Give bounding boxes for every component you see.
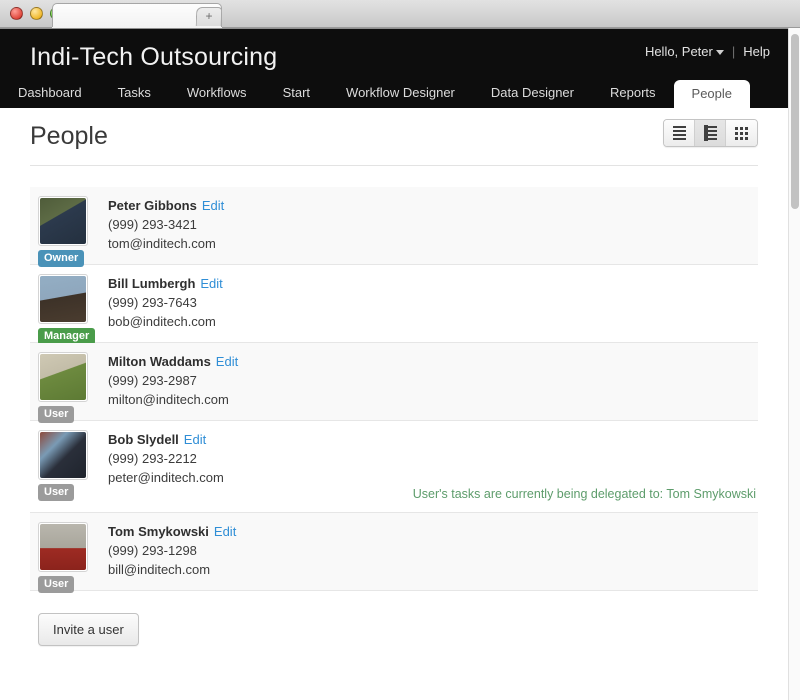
rows-with-thumb-icon [703,125,717,141]
nav-tab-start[interactable]: Start [265,78,328,108]
close-window-button[interactable] [10,7,23,20]
nav-tab-workflows[interactable]: Workflows [169,78,265,108]
person-details: Peter Gibbons Edit (999) 293-3421 tom@ind… [108,196,224,255]
page-header: People [30,108,758,165]
person-email: tom@inditech.com [108,236,216,251]
avatar-container: User [38,352,94,423]
person-name-row: Peter Gibbons Edit [108,197,224,215]
grid-view-button[interactable] [726,120,757,146]
people-list: Owner Peter Gibbons Edit (999) 293-3421 t… [30,187,758,593]
rows-icon [672,126,686,140]
minimize-window-button[interactable] [30,7,43,20]
avatar [38,522,88,572]
user-nav: Hello, Peter | Help [645,44,770,59]
edit-person-link[interactable]: Edit [216,354,238,369]
chevron-down-icon [715,50,724,56]
user-menu-button[interactable]: Hello, Peter [645,44,724,59]
detail-view-button[interactable] [695,120,726,146]
role-badge: User [38,484,75,501]
plus-icon: + [205,9,213,23]
avatar [38,430,88,480]
person-name-row: Milton Waddams Edit [108,353,238,371]
page-title: People [30,122,108,150]
avatar-image [40,276,86,322]
person-name: Peter Gibbons [108,198,197,213]
nav-tab-tasks[interactable]: Tasks [100,78,169,108]
nav-tab-workflow-designer[interactable]: Workflow Designer [328,78,473,108]
avatar-image [40,432,86,478]
avatar-container: User [38,522,94,593]
list-view-button[interactable] [664,120,695,146]
avatar [38,352,88,402]
list-item[interactable]: User Milton Waddams Edit (999) 293-2987 m… [30,343,758,423]
avatar-image [40,198,86,244]
person-phone: (999) 293-2212 [108,451,197,466]
page-viewport: Indi-Tech Outsourcing Hello, Peter | Hel… [0,28,800,700]
person-details: Bill Lumbergh Edit (999) 293-7643 bob@ind… [108,274,223,333]
avatar [38,196,88,246]
help-link[interactable]: Help [743,44,770,59]
person-details: Bob Slydell Edit (999) 293-2212 peter@ind… [108,430,224,503]
browser-window: × + Indi-Tech Outsourcing Hello, Peter |… [0,0,800,700]
page-content: People Owner Peter Gibbons Edit (999) 29… [0,108,788,646]
main-nav-tabs: Dashboard Tasks Workflows Start Workflow… [0,78,788,108]
person-name: Bill Lumbergh [108,276,196,291]
delegation-note: User's tasks are currently being delegat… [412,487,756,501]
nav-tab-reports[interactable]: Reports [592,78,674,108]
avatar-container: Owner [38,196,94,267]
app-brand-title: Indi-Tech Outsourcing [30,43,278,71]
list-item[interactable]: Manager Bill Lumbergh Edit (999) 293-7643… [30,265,758,345]
person-details: Tom Smykowski Edit (999) 293-1298 bill@in… [108,522,236,581]
user-greeting-label: Hello, Peter [644,44,713,59]
person-details: Milton Waddams Edit (999) 293-2987 milton… [108,352,238,411]
app-header: Indi-Tech Outsourcing Hello, Peter | Hel… [0,29,788,108]
avatar-image [40,354,86,400]
person-phone: (999) 293-2987 [108,373,197,388]
person-name: Tom Smykowski [108,524,209,539]
scrollbar-thumb[interactable] [791,34,799,209]
person-email: milton@inditech.com [108,392,229,407]
edit-person-link[interactable]: Edit [200,276,222,291]
edit-person-link[interactable]: Edit [202,198,224,213]
list-item[interactable]: User Bob Slydell Edit (999) 293-2212 pete… [30,421,758,513]
edit-person-link[interactable]: Edit [184,432,206,447]
avatar-container: User [38,430,94,503]
view-mode-toggle-group [663,119,758,147]
person-name: Bob Slydell [108,432,179,447]
role-badge: User [38,576,75,593]
grid-icon [735,126,748,140]
page-scrollbar[interactable] [788,28,800,700]
avatar-image [40,524,86,570]
avatar [38,274,88,324]
person-name-row: Bob Slydell Edit [108,431,224,449]
person-name-row: Tom Smykowski Edit [108,523,236,541]
nav-tab-people[interactable]: People [673,80,751,108]
person-name: Milton Waddams [108,354,211,369]
browser-chrome-bar: × + [0,0,800,29]
avatar-container: Manager [38,274,96,345]
person-phone: (999) 293-7643 [108,295,197,310]
person-phone: (999) 293-3421 [108,217,197,232]
edit-person-link[interactable]: Edit [214,524,236,539]
person-name-row: Bill Lumbergh Edit [108,275,223,293]
person-email: peter@inditech.com [108,470,224,485]
list-item[interactable]: Owner Peter Gibbons Edit (999) 293-3421 t… [30,187,758,267]
invite-user-button[interactable]: Invite a user [38,613,139,646]
nav-divider: | [731,44,736,59]
list-item[interactable]: User Tom Smykowski Edit (999) 293-1298 bi… [30,513,758,593]
person-email: bob@inditech.com [108,314,216,329]
person-phone: (999) 293-1298 [108,543,197,558]
new-tab-button[interactable]: + [195,7,223,26]
header-divider [30,165,758,166]
nav-tab-dashboard[interactable]: Dashboard [0,78,100,108]
web-page: Indi-Tech Outsourcing Hello, Peter | Hel… [0,29,788,700]
footer-actions: Invite a user [30,591,758,646]
nav-tab-data-designer[interactable]: Data Designer [473,78,592,108]
person-email: bill@inditech.com [108,562,211,577]
